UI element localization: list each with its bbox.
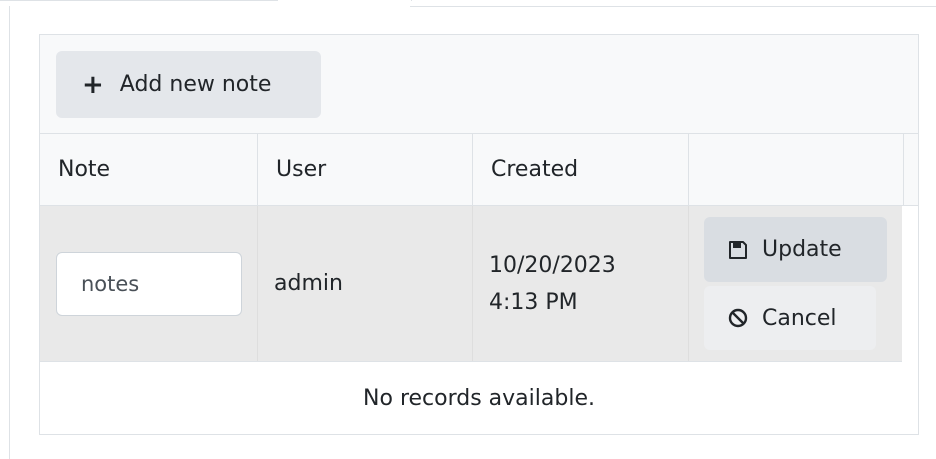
tab-panel-border — [9, 6, 10, 459]
update-label: Update — [762, 237, 842, 262]
grid-header: Note User Created — [40, 134, 918, 206]
cancel-label: Cancel — [762, 305, 837, 331]
active-tab[interactable] — [277, 0, 412, 1]
table-row-edit: admin 10/20/2023 4:13 PM Update — [40, 206, 902, 362]
add-new-note-label: Add new note — [119, 72, 272, 97]
column-header-created[interactable]: Created — [473, 134, 689, 205]
plus-icon: + — [82, 69, 104, 100]
created-cell: 10/20/2023 4:13 PM — [473, 206, 689, 361]
cancel-button[interactable]: Cancel — [704, 286, 876, 350]
column-header-label: Created — [491, 157, 579, 182]
column-header-user[interactable]: User — [258, 134, 473, 205]
column-header-label: Note — [58, 157, 111, 182]
created-value: 10/20/2023 4:13 PM — [489, 247, 616, 321]
note-cell — [40, 206, 258, 361]
column-header-label: User — [276, 157, 327, 182]
notes-grid: + Add new note Note User Created admin 1… — [39, 34, 919, 435]
user-value: admin — [274, 271, 343, 296]
created-date: 10/20/2023 — [489, 252, 616, 278]
tabstrip-border — [410, 6, 936, 7]
note-input[interactable] — [56, 251, 242, 316]
column-header-note[interactable]: Note — [40, 134, 258, 205]
column-header-commands — [689, 134, 904, 205]
add-new-note-button[interactable]: + Add new note — [56, 51, 321, 118]
update-button[interactable]: Update — [704, 217, 887, 282]
tabstrip-border — [0, 0, 277, 1]
save-icon — [728, 240, 748, 260]
cancel-icon — [728, 308, 748, 328]
no-records-message: No records available. — [363, 385, 595, 411]
user-cell: admin — [258, 206, 473, 361]
created-time: 4:13 PM — [489, 289, 578, 315]
grid-toolbar: + Add new note — [40, 35, 918, 134]
